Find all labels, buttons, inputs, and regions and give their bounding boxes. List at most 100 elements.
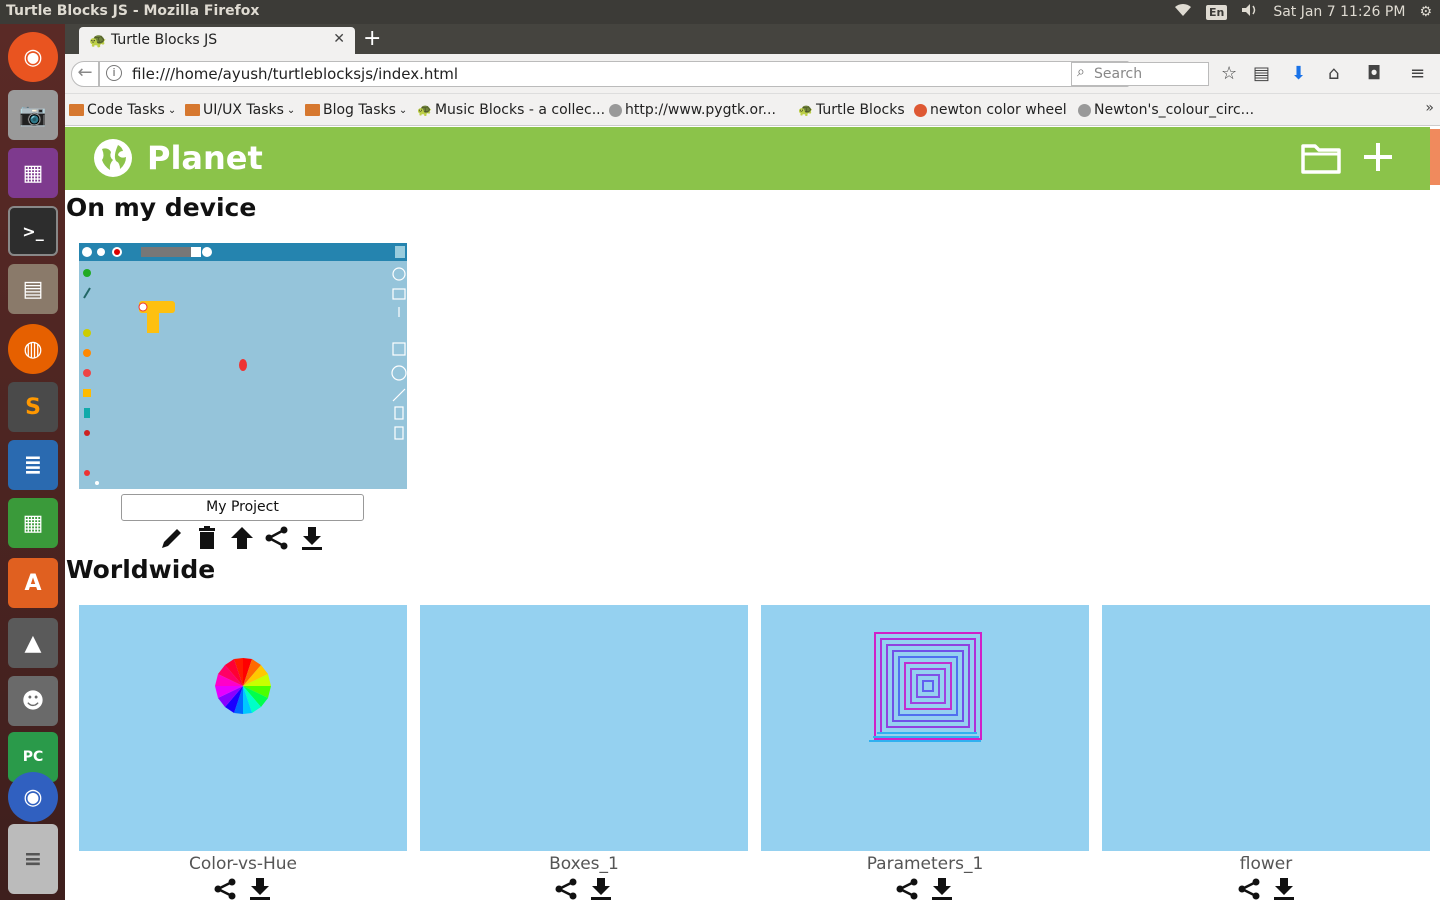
bookmark-code-tasks[interactable]: Code Tasks ⌄ [69,102,176,118]
bookmark-newton-color-wheel[interactable]: newton color wheel [914,102,1067,118]
search-placeholder: Search [1094,66,1143,82]
close-icon[interactable]: ✕ [333,31,345,47]
info-icon[interactable]: i [106,65,122,81]
scrollbar-thumb[interactable] [1430,129,1440,185]
url-bar[interactable]: i file:///home/ayush/turtleblocksjs/inde… [99,61,1129,87]
bookmark-star-icon[interactable]: ☆ [1221,63,1237,84]
files-icon[interactable]: ▤ [8,264,58,314]
open-folder-button[interactable] [1300,140,1342,176]
unity-launcher: ◉ 📷 ▦ >_ ▤ ◍ S ≣ ▦ A ▲ ☻ PC ◉ ≡ [0,24,65,900]
camera-icon[interactable]: 📷 [8,90,58,140]
worldwide-project-thumbnail[interactable] [761,605,1089,851]
worldwide-project-name: Parameters_1 [866,854,984,874]
worldwide-project-thumbnail[interactable] [420,605,748,851]
edit-icon[interactable] [159,525,185,551]
firefox-icon[interactable]: ◍ [8,324,58,374]
new-project-button[interactable] [1360,139,1396,175]
terminal-icon[interactable]: >_ [8,206,58,256]
tab-label: Turtle Blocks JS [111,32,218,48]
pocket-icon[interactable]: ◘ [1367,63,1381,84]
page-scrollbar[interactable] [1430,127,1440,900]
bookmark-label: UI/UX Tasks [203,102,284,118]
turtle-icon: 🐢 [89,33,107,49]
home-icon[interactable]: ⌂ [1328,63,1339,84]
bookmark-pygtk[interactable]: http://www.pygtk.or... [609,102,776,118]
back-button[interactable]: ← [71,61,99,87]
publish-icon[interactable] [229,525,255,551]
folder-icon [185,104,200,116]
download-icon[interactable] [299,525,325,551]
bookmark-label: newton color wheel [930,102,1067,118]
bookmark-turtle-blocks[interactable]: 🐢 Turtle Blocks [798,102,905,118]
download-icon[interactable] [248,877,272,900]
window-title: Turtle Blocks JS - Mozilla Firefox [6,3,260,19]
download-icon[interactable] [1272,877,1296,900]
worldwide-section-title: Worldwide [66,555,216,584]
folder-icon [69,104,84,116]
share-icon[interactable] [1237,877,1261,900]
gimp-icon[interactable]: ☻ [8,676,58,726]
bookmarks-toolbar: Code Tasks ⌄ UI/UX Tasks ⌄ Blog Tasks ⌄ … [65,94,1440,126]
chevron-down-icon: ⌄ [167,104,177,116]
globe-icon [1078,103,1091,117]
share-icon[interactable] [554,877,578,900]
worldwide-project-name: Color-vs-Hue [188,854,298,874]
overflow-chevron-icon[interactable]: » [1425,100,1434,116]
workspace-icon[interactable]: ▦ [8,148,58,198]
worldwide-project-name: Boxes_1 [549,854,619,874]
globe-icon [94,139,132,177]
bookmark-blog-tasks[interactable]: Blog Tasks ⌄ [305,102,407,118]
system-top-panel: Turtle Blocks JS - Mozilla Firefox En Sa… [0,0,1440,24]
keyboard-layout-indicator[interactable]: En [1205,4,1228,20]
local-project-name[interactable]: My Project [121,494,364,521]
downloads-icon[interactable]: ⬇ [1291,63,1306,84]
clock[interactable]: Sat Jan 7 11:26 PM [1273,4,1405,20]
share-icon[interactable] [264,525,290,551]
writer-icon[interactable]: ≣ [8,440,58,490]
worldwide-project-thumbnail[interactable] [1102,605,1430,851]
duckduckgo-icon [914,103,927,117]
color-wheel-thumbnail [215,658,271,714]
inkscape-icon[interactable]: ▲ [8,618,58,668]
turtle-icon: 🐢 [798,103,813,117]
tab-turtle-blocks[interactable]: 🐢 Turtle Blocks JS ✕ [79,27,355,54]
software-center-icon[interactable]: A [8,558,58,608]
planet-page: Planet On my device My Project Worldwide… [65,127,1430,900]
search-icon: ⌕ [1077,64,1085,80]
reading-list-icon[interactable]: ▤ [1253,63,1270,84]
bookmark-music-blocks[interactable]: 🐢 Music Blocks - a collec... [417,102,605,118]
trash-icon[interactable]: ≡ [8,824,58,894]
menu-icon[interactable]: ≡ [1410,63,1425,84]
bookmark-label: Music Blocks - a collec... [434,102,606,118]
ubuntu-dash-icon[interactable]: ◉ [8,32,58,82]
download-icon[interactable] [930,877,954,900]
search-input[interactable]: ⌕ Search [1071,62,1209,86]
tab-bar: 🐢 Turtle Blocks JS ✕ + [65,24,1440,54]
chevron-down-icon: ⌄ [286,104,296,116]
turtle-icon: 🐢 [417,103,432,117]
folder-icon [305,104,320,116]
calc-icon[interactable]: ▦ [8,498,58,548]
volume-icon[interactable] [1241,3,1259,21]
wifi-icon[interactable] [1174,3,1192,21]
gear-icon[interactable]: ⚙ [1419,4,1432,20]
navigation-bar: ← i file:///home/ayush/turtleblocksjs/in… [65,54,1440,94]
share-icon[interactable] [213,877,237,900]
worldwide-project-thumbnail[interactable] [79,605,407,851]
bookmark-newtons-colour-circle[interactable]: Newton's_colour_circ... [1078,102,1254,118]
app-icon[interactable]: ◉ [8,772,58,822]
delete-icon[interactable] [194,525,220,551]
planet-title: Planet [147,139,263,177]
bookmark-label: Turtle Blocks [815,102,905,118]
url-text[interactable]: file:///home/ayush/turtleblocksjs/index.… [132,65,458,83]
project-screenshot [79,243,407,489]
sublime-text-icon[interactable]: S [8,382,58,432]
bookmark-label: http://www.pygtk.or... [625,102,776,118]
download-icon[interactable] [589,877,613,900]
new-tab-button[interactable]: + [363,26,381,51]
local-section-title: On my device [66,193,257,222]
share-icon[interactable] [895,877,919,900]
chevron-down-icon: ⌄ [398,104,408,116]
local-project-thumbnail[interactable] [79,243,407,489]
bookmark-ui-ux-tasks[interactable]: UI/UX Tasks ⌄ [185,102,295,118]
